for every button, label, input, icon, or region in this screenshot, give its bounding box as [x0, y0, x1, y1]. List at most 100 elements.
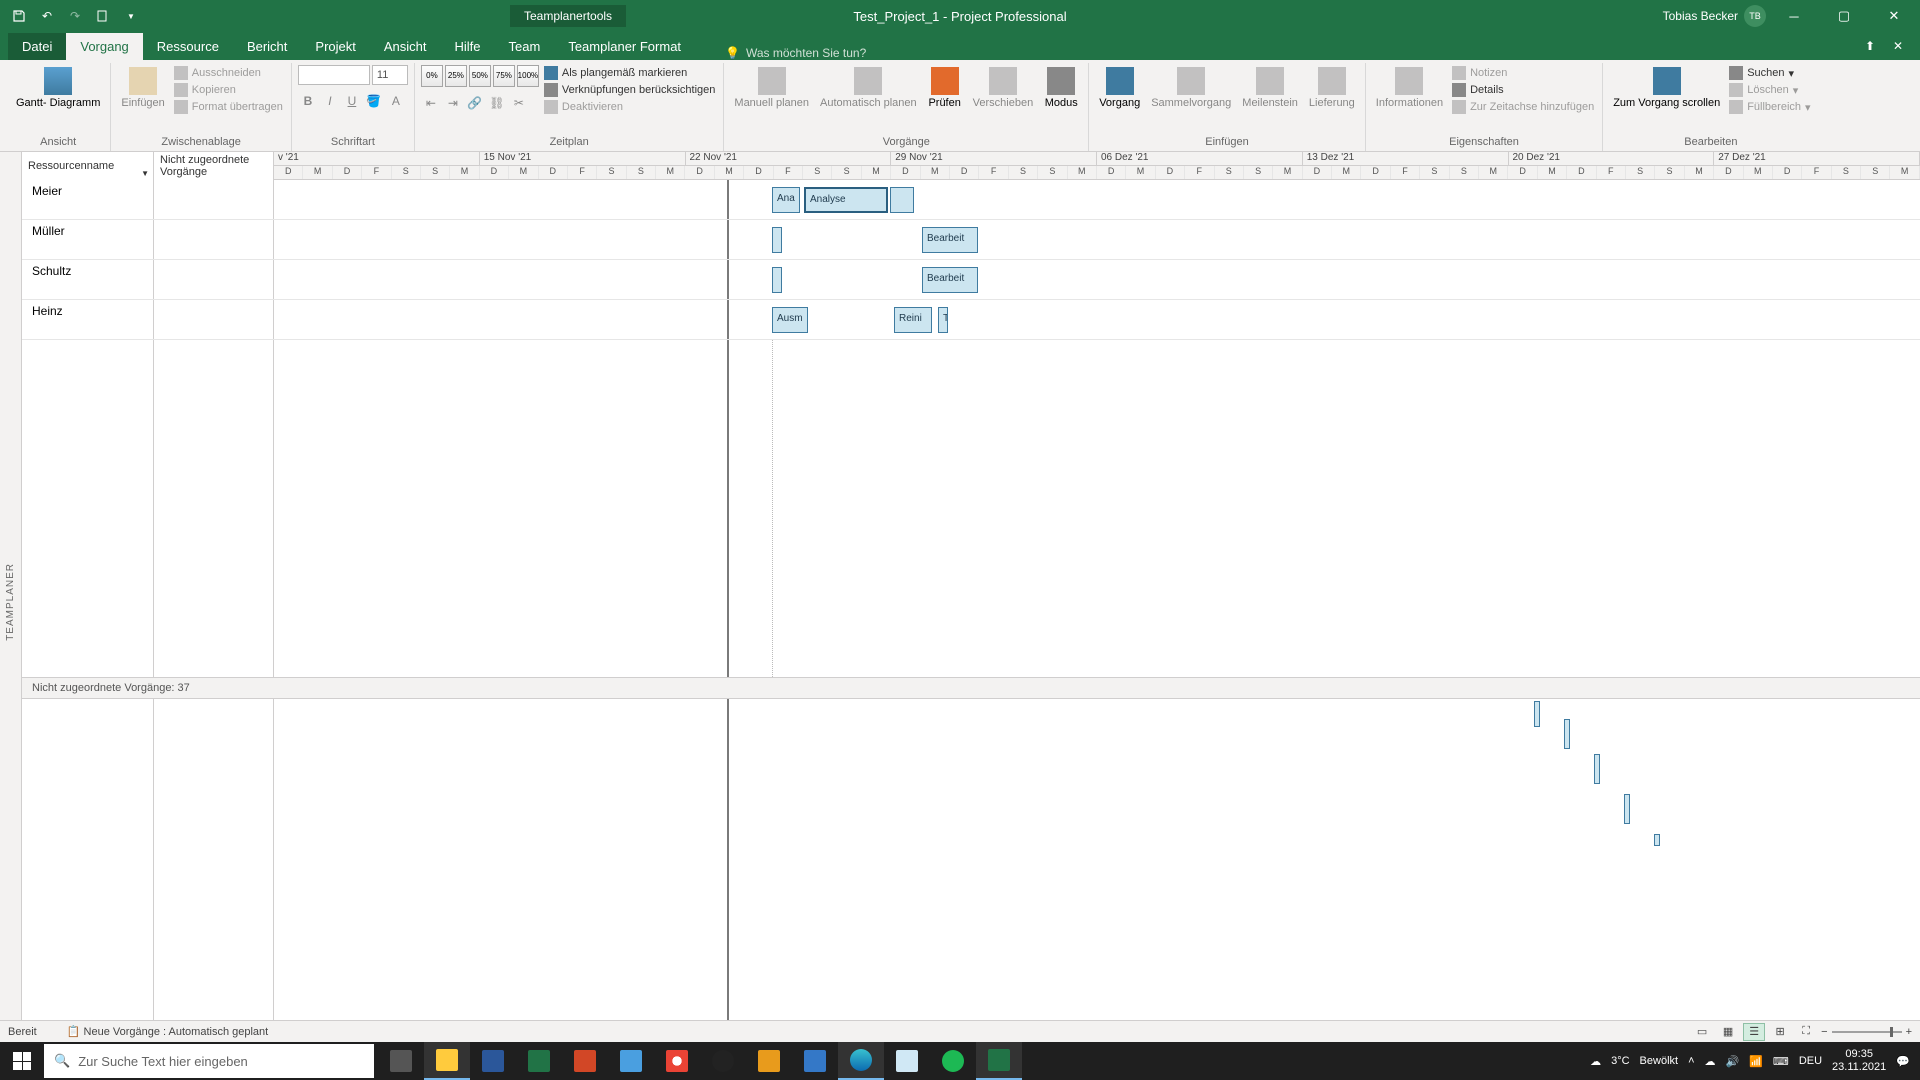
view-btn-1[interactable]: ▭	[1691, 1023, 1713, 1041]
view-btn-5[interactable]: ⛶	[1795, 1023, 1817, 1041]
pct-100[interactable]: 100%	[517, 65, 539, 87]
pct-50[interactable]: 50%	[469, 65, 491, 87]
app-edge[interactable]	[838, 1042, 884, 1080]
task-bar[interactable]: Bearbeit	[922, 267, 978, 293]
gantt-cell[interactable]: Bearbeit	[274, 220, 1920, 259]
task-bar[interactable]	[772, 227, 782, 253]
user-avatar[interactable]: TB	[1744, 5, 1766, 27]
qat-dropdown[interactable]: ▼	[120, 5, 142, 27]
view-btn-4[interactable]: ⊞	[1769, 1023, 1791, 1041]
unassigned-task-bar[interactable]	[1594, 754, 1600, 784]
split-button[interactable]: ✂	[509, 93, 529, 113]
task-bar[interactable]	[772, 267, 782, 293]
app-obs[interactable]	[700, 1042, 746, 1080]
zoom-slider[interactable]	[1832, 1031, 1902, 1033]
task-bar[interactable]: Ausm	[772, 307, 808, 333]
app-explorer[interactable]	[424, 1042, 470, 1080]
app-chrome[interactable]	[654, 1042, 700, 1080]
tab-hilfe[interactable]: Hilfe	[441, 33, 495, 60]
task-bar[interactable]: Reini	[894, 307, 932, 333]
app-generic2[interactable]	[746, 1042, 792, 1080]
tab-datei[interactable]: Datei	[8, 33, 66, 60]
col-resource-header[interactable]: Ressourcenname ▼	[22, 152, 154, 180]
inspect-button[interactable]: Prüfen	[924, 65, 966, 112]
task-button[interactable]: Vorgang	[1095, 65, 1144, 112]
task-bar[interactable]: Ana	[772, 187, 800, 213]
outdent-button[interactable]: ⇤	[421, 93, 441, 113]
app-generic3[interactable]	[792, 1042, 838, 1080]
tray-clock[interactable]: 09:35 23.11.2021	[1832, 1048, 1886, 1074]
tell-me-search[interactable]: 💡 Was möchten Sie tun?	[725, 46, 866, 60]
unassigned-task-bar[interactable]	[1654, 834, 1660, 846]
maximize-button[interactable]: ▢	[1822, 0, 1866, 32]
tab-format[interactable]: Teamplaner Format	[554, 33, 695, 60]
gantt-cell[interactable]: Bearbeit	[274, 260, 1920, 299]
unassigned-task-bar[interactable]	[1624, 794, 1630, 824]
qat-customize[interactable]	[92, 5, 114, 27]
search-button[interactable]: Suchen ▾	[1727, 65, 1812, 81]
mark-ontrack-button[interactable]: Als plangemäß markieren	[542, 65, 718, 81]
gantt-cell[interactable]: Ausm ReiniT	[274, 300, 1920, 339]
fill-color-button[interactable]: 🪣	[364, 91, 384, 111]
minimize-button[interactable]: ─	[1772, 0, 1816, 32]
resource-name-cell[interactable]: Meier	[22, 180, 154, 219]
redo-button[interactable]: ↷	[64, 5, 86, 27]
tab-bericht[interactable]: Bericht	[233, 33, 301, 60]
task-view[interactable]	[378, 1042, 424, 1080]
tab-ressource[interactable]: Ressource	[143, 33, 233, 60]
indent-button[interactable]: ⇥	[443, 93, 463, 113]
pct-0[interactable]: 0%	[421, 65, 443, 87]
app-notepad[interactable]	[884, 1042, 930, 1080]
view-btn-3[interactable]: ☰	[1743, 1023, 1765, 1041]
italic-button[interactable]: I	[320, 91, 340, 111]
app-word[interactable]	[470, 1042, 516, 1080]
unassigned-task-bar[interactable]	[1534, 701, 1540, 727]
resource-name-cell[interactable]: Müller	[22, 220, 154, 259]
tray-lang[interactable]: DEU	[1799, 1055, 1822, 1067]
tray-volume-icon[interactable]: 🔊	[1726, 1055, 1740, 1068]
mode-button[interactable]: Modus	[1040, 65, 1082, 112]
underline-button[interactable]: U	[342, 91, 362, 111]
bold-button[interactable]: B	[298, 91, 318, 111]
link-button[interactable]: 🔗	[465, 93, 485, 113]
close-button[interactable]: ✕	[1872, 0, 1916, 32]
app-powerpoint[interactable]	[562, 1042, 608, 1080]
gantt-view-button[interactable]: Gantt- Diagramm	[12, 65, 104, 112]
tray-wifi-icon[interactable]: 📶	[1749, 1055, 1763, 1068]
font-color-button[interactable]: A	[386, 91, 406, 111]
scroll-to-task-button[interactable]: Zum Vorgang scrollen	[1609, 65, 1724, 112]
unassigned-task-bar[interactable]	[1564, 719, 1570, 749]
col-unassigned-header[interactable]: Nicht zugeordnete Vorgänge	[154, 152, 274, 180]
zoom-in[interactable]: +	[1906, 1026, 1912, 1038]
tab-ansicht[interactable]: Ansicht	[370, 33, 441, 60]
task-bar[interactable]: T	[938, 307, 948, 333]
tab-vorgang[interactable]: Vorgang	[66, 33, 142, 60]
filter-icon[interactable]: ▼	[141, 169, 149, 178]
unassigned-divider[interactable]: Nicht zugeordnete Vorgänge: 37	[22, 677, 1920, 699]
pct-25[interactable]: 25%	[445, 65, 467, 87]
tray-onedrive-icon[interactable]: ☁	[1705, 1055, 1716, 1068]
save-button[interactable]	[8, 5, 30, 27]
font-size-input[interactable]	[372, 65, 408, 85]
ribbon-collapse[interactable]: ✕	[1884, 32, 1912, 60]
unlink-button[interactable]: ⛓	[487, 93, 507, 113]
respect-links-button[interactable]: Verknüpfungen berücksichtigen	[542, 82, 718, 98]
app-spotify[interactable]	[930, 1042, 976, 1080]
undo-button[interactable]: ↶	[36, 5, 58, 27]
tray-chevron[interactable]: ˄	[1688, 1055, 1694, 1067]
weather-icon[interactable]: ☁	[1590, 1055, 1601, 1068]
view-btn-2[interactable]: ▦	[1717, 1023, 1739, 1041]
app-excel[interactable]	[516, 1042, 562, 1080]
taskbar-search[interactable]: 🔍 Zur Suche Text hier eingeben	[44, 1044, 374, 1078]
task-bar[interactable]: Analyse	[804, 187, 888, 213]
task-bar[interactable]: Bearbeit	[922, 227, 978, 253]
gantt-cell[interactable]: AnaAnalyse	[274, 180, 1920, 219]
tab-team[interactable]: Team	[495, 33, 555, 60]
task-bar[interactable]	[890, 187, 914, 213]
details-button[interactable]: Details	[1450, 82, 1596, 98]
app-generic[interactable]	[608, 1042, 654, 1080]
zoom-out[interactable]: −	[1821, 1026, 1827, 1038]
font-name-input[interactable]	[298, 65, 370, 85]
ribbon-display-options[interactable]: ⬆	[1856, 32, 1884, 60]
tray-notifications-icon[interactable]: 💬	[1896, 1055, 1910, 1068]
